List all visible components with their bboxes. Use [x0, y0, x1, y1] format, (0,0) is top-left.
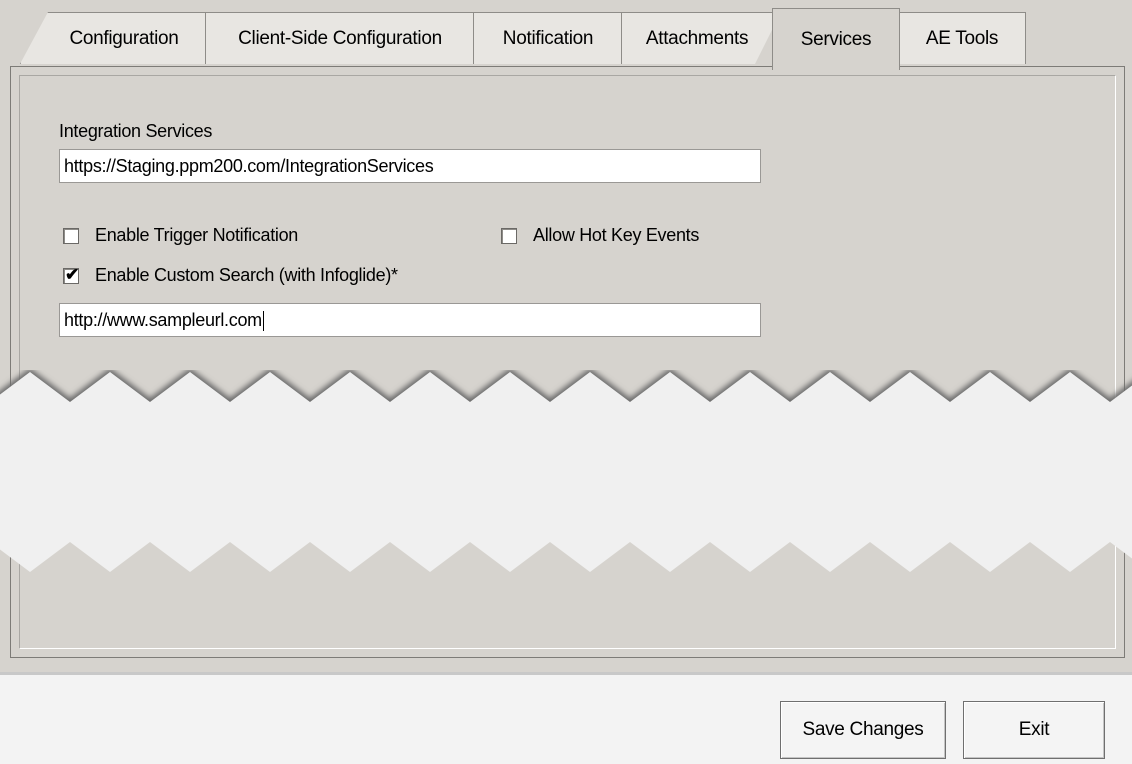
tab-notification-label: Notification	[502, 27, 594, 49]
save-changes-button[interactable]: Save Changes	[780, 701, 946, 759]
allow-hot-key-events-checkbox[interactable]: Allow Hot Key Events	[501, 225, 699, 246]
checkmark-icon: ✔	[65, 264, 80, 284]
tab-configuration[interactable]: Configuration	[20, 12, 208, 64]
enable-trigger-notification-checkbox[interactable]: Enable Trigger Notification	[63, 225, 298, 246]
allow-hot-key-events-box[interactable]	[501, 227, 517, 244]
enable-trigger-notification-box[interactable]	[63, 227, 79, 244]
torn-section-break	[0, 370, 1132, 572]
tab-ae-tools-label: AE Tools	[925, 27, 999, 49]
tab-client-side-configuration-label: Client-Side Configuration	[238, 27, 442, 49]
integration-services-label: Integration Services	[59, 121, 213, 141]
text-cursor	[262, 311, 264, 332]
enable-custom-search-box[interactable]: ✔	[63, 265, 79, 284]
tab-attachments[interactable]: Attachments	[621, 12, 781, 64]
tab-attachments-label: Attachments	[645, 27, 749, 49]
tab-services[interactable]: Services	[772, 8, 900, 70]
enable-trigger-notification-label: Enable Trigger Notification	[95, 225, 299, 245]
settings-window: Configuration Client-Side Configuration …	[0, 0, 1132, 764]
integration-services-input[interactable]: https://Staging.ppm200.com/IntegrationSe…	[59, 149, 761, 183]
tab-client-side-configuration[interactable]: Client-Side Configuration	[205, 12, 475, 64]
custom-search-url-value: http://www.sampleurl.com	[64, 310, 262, 330]
enable-custom-search-checkbox[interactable]: ✔ Enable Custom Search (with Infoglide)*	[63, 265, 398, 286]
tab-ae-tools[interactable]: AE Tools	[898, 12, 1026, 64]
tab-configuration-label: Configuration	[69, 27, 179, 49]
exit-button[interactable]: Exit	[963, 701, 1105, 759]
tab-notification[interactable]: Notification	[473, 12, 623, 64]
tab-strip: Configuration Client-Side Configuration …	[0, 0, 1132, 70]
enable-custom-search-label: Enable Custom Search (with Infoglide)*	[95, 265, 398, 285]
footer-bar: Save Changes Exit	[0, 672, 1132, 764]
allow-hot-key-events-label: Allow Hot Key Events	[533, 225, 700, 245]
custom-search-url-input[interactable]: http://www.sampleurl.com	[59, 303, 761, 337]
tab-services-label: Services	[800, 28, 872, 50]
